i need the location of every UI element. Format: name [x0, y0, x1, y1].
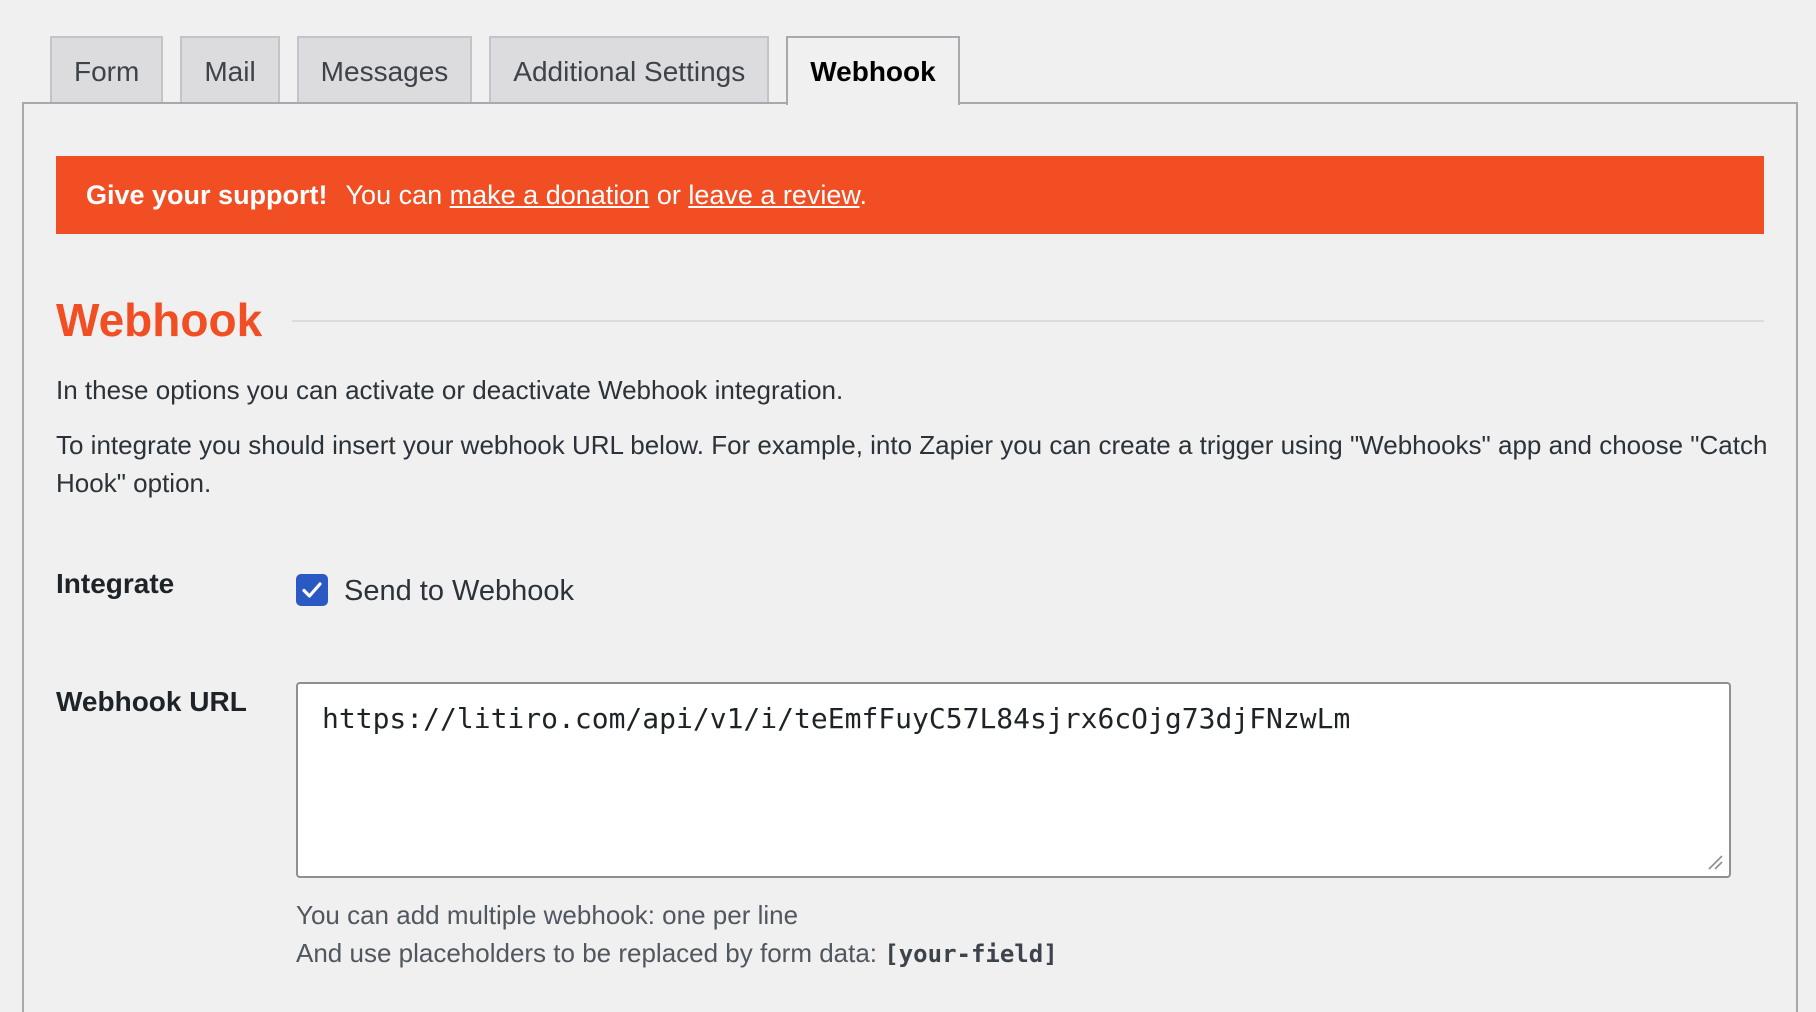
- tab-bar: Form Mail Messages Additional Settings W…: [50, 36, 977, 105]
- tab-messages[interactable]: Messages: [296, 36, 473, 103]
- section-description-2: To integrate you should insert your webh…: [56, 430, 1768, 498]
- tab-form[interactable]: Form: [50, 36, 164, 103]
- notice-heading: Give your support!: [86, 180, 328, 210]
- notice-prefix: You can: [345, 180, 443, 210]
- tab-additional-settings[interactable]: Additional Settings: [489, 36, 770, 103]
- integrate-label: Integrate: [56, 568, 175, 599]
- notice-middle: or: [656, 180, 681, 210]
- checkmark-icon: [302, 582, 322, 598]
- tab-mail[interactable]: Mail: [180, 36, 280, 103]
- webhook-help-1: You can add multiple webhook: one per li…: [296, 900, 799, 930]
- tab-webhook[interactable]: Webhook: [786, 36, 960, 105]
- donation-link[interactable]: make a donation: [450, 180, 650, 210]
- send-to-webhook-label[interactable]: Send to Webhook: [344, 572, 574, 610]
- webhook-url-label: Webhook URL: [56, 686, 247, 717]
- section-title: Webhook: [56, 294, 263, 346]
- title-divider: [292, 320, 1764, 322]
- webhook-help-2: And use placeholders to be replaced by f…: [296, 935, 1058, 972]
- review-link[interactable]: leave a review: [688, 180, 859, 210]
- section-description-1: In these options you can activate or dea…: [56, 375, 844, 405]
- resize-handle-icon[interactable]: [1705, 852, 1723, 870]
- webhook-url-value: https://litiro.com/api/v1/i/teEmfFuyC57L…: [322, 702, 1351, 735]
- placeholder-code: [your-field]: [884, 940, 1058, 968]
- webhook-url-textarea[interactable]: https://litiro.com/api/v1/i/teEmfFuyC57L…: [296, 682, 1731, 878]
- support-notice: Give your support! You can make a donatio…: [56, 156, 1764, 234]
- webhook-help-2-text: And use placeholders to be replaced by f…: [296, 938, 878, 968]
- notice-suffix: .: [859, 180, 867, 210]
- send-to-webhook-checkbox[interactable]: [296, 574, 328, 606]
